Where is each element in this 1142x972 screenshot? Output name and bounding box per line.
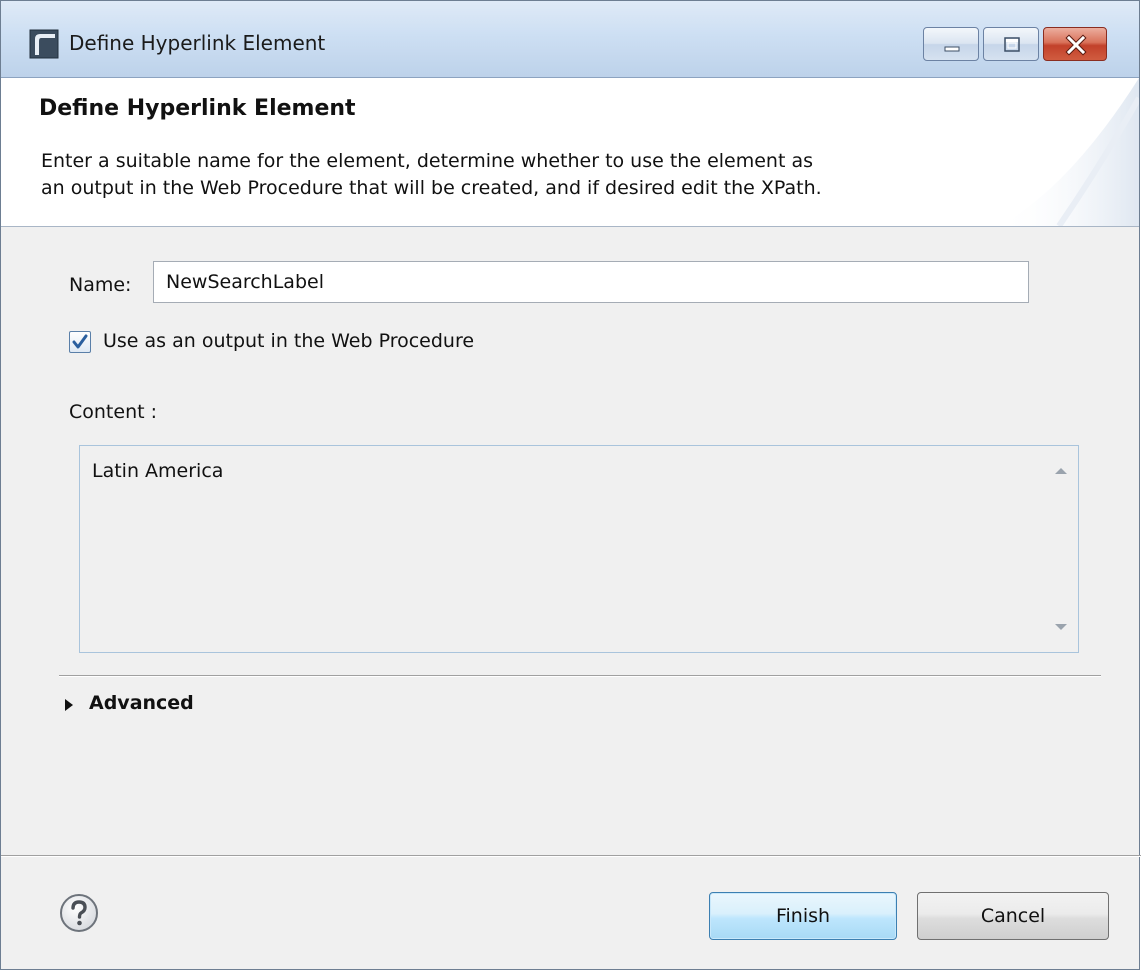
title-bar[interactable]: Define Hyperlink Element xyxy=(1,1,1139,78)
checkmark-icon xyxy=(72,334,88,349)
close-icon xyxy=(1065,34,1087,56)
page-title: Define Hyperlink Element xyxy=(39,96,356,121)
scroll-up-icon[interactable] xyxy=(1054,466,1068,476)
content-value: Latin America xyxy=(92,460,224,482)
cancel-button[interactable]: Cancel xyxy=(917,892,1109,940)
expand-arrow-icon xyxy=(65,699,73,711)
content-textarea[interactable]: Latin America xyxy=(79,445,1079,653)
name-label: Name: xyxy=(69,274,132,296)
close-button[interactable] xyxy=(1043,27,1107,61)
app-icon xyxy=(29,29,59,59)
header-banner: Define Hyperlink Element Enter a suitabl… xyxy=(1,78,1139,227)
window-title: Define Hyperlink Element xyxy=(69,31,326,55)
name-input[interactable] xyxy=(153,261,1029,303)
description-line: an output in the Web Procedure that will… xyxy=(41,177,822,199)
scroll-down-icon[interactable] xyxy=(1054,622,1068,632)
minimize-icon xyxy=(944,46,960,52)
advanced-label: Advanced xyxy=(89,692,194,714)
finish-button[interactable]: Finish xyxy=(709,892,897,940)
maximize-icon xyxy=(1004,37,1020,52)
divider xyxy=(59,675,1101,677)
footer-divider xyxy=(1,855,1141,857)
use-as-output-checkbox[interactable] xyxy=(69,331,91,353)
description-line: Enter a suitable name for the element, d… xyxy=(41,150,813,172)
page-description: Enter a suitable name for the element, d… xyxy=(41,148,1021,202)
question-mark-icon[interactable] xyxy=(59,893,99,933)
minimize-button[interactable] xyxy=(923,27,979,61)
content-scrollbar[interactable] xyxy=(1042,446,1078,652)
use-as-output-label: Use as an output in the Web Procedure xyxy=(103,330,475,352)
content-label: Content : xyxy=(69,401,158,423)
maximize-button[interactable] xyxy=(983,27,1039,61)
dialog-window: Define Hyperlink Element Define Hyperlin… xyxy=(0,0,1141,970)
